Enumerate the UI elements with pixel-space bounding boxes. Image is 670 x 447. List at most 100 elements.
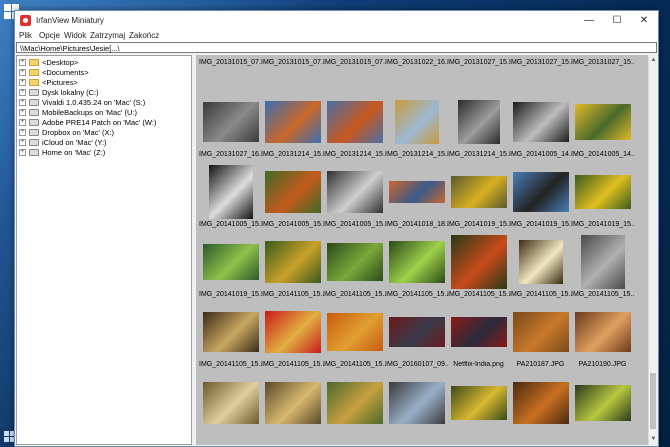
thumbnail-item[interactable]: PA210190.JPG bbox=[571, 297, 634, 369]
tree-item-drive-z[interactable]: + Home on 'Mac' (Z:) bbox=[19, 148, 191, 158]
expand-icon[interactable]: + bbox=[19, 129, 26, 136]
thumbnail-image[interactable] bbox=[574, 385, 631, 421]
thumbnail-image[interactable] bbox=[512, 102, 569, 142]
expand-icon[interactable]: + bbox=[19, 149, 26, 156]
thumbnail-image[interactable] bbox=[394, 100, 439, 144]
expand-icon[interactable]: + bbox=[19, 69, 26, 76]
thumbnail-image[interactable] bbox=[388, 241, 445, 283]
thumbnail-image[interactable] bbox=[202, 312, 259, 352]
thumbnail-caption[interactable]: IMG_20131027_15... bbox=[509, 59, 572, 66]
thumbnail-image[interactable] bbox=[326, 243, 383, 281]
thumbnail-item[interactable] bbox=[509, 368, 572, 440]
expand-icon[interactable]: + bbox=[19, 89, 26, 96]
thumbnail-item[interactable]: IMG_20141105_15... bbox=[571, 227, 634, 299]
thumbnail-image[interactable] bbox=[202, 382, 259, 424]
thumbnail-item[interactable] bbox=[199, 368, 262, 440]
thumbnail-item[interactable]: IMG_20141005_15... bbox=[261, 157, 324, 229]
thumbnail-item[interactable]: IMG_20131214_15... bbox=[447, 87, 510, 159]
thumbnail-image[interactable] bbox=[326, 313, 383, 351]
menu-opcje[interactable]: Opcje bbox=[39, 31, 60, 40]
minimize-button[interactable]: — bbox=[575, 11, 603, 30]
thumbnail-image[interactable] bbox=[264, 171, 321, 213]
tree-item-pictures[interactable]: + <Pictures> bbox=[19, 78, 191, 88]
thumbnail-item[interactable]: IMG_20131027_16... bbox=[199, 87, 262, 159]
thumbnail-item[interactable]: IMG_20141105_15... bbox=[261, 227, 324, 299]
expand-icon[interactable]: + bbox=[19, 99, 26, 106]
thumbnail-item[interactable]: IMG_20141005_15... bbox=[323, 157, 386, 229]
thumbnail-image[interactable] bbox=[450, 386, 507, 420]
thumbnail-item[interactable] bbox=[323, 368, 386, 440]
thumbnail-item[interactable]: PA210187.JPG bbox=[509, 297, 572, 369]
thumbnail-item[interactable] bbox=[261, 368, 324, 440]
thumbnail-image[interactable] bbox=[326, 101, 383, 143]
tree-item-drive-y[interactable]: + iCloud on 'Mac' (Y:) bbox=[19, 138, 191, 148]
thumbnail-item[interactable]: IMG_20141005_15... bbox=[199, 157, 262, 229]
thumbnail-caption[interactable]: IMG_20131027_15... bbox=[571, 59, 634, 66]
thumbnail-image[interactable] bbox=[388, 317, 445, 347]
expand-icon[interactable]: + bbox=[19, 59, 26, 66]
tree-item-drive-s[interactable]: + Vivaldi 1.0.435.24 on 'Mac' (S:) bbox=[19, 98, 191, 108]
menu-plik[interactable]: Plik bbox=[19, 31, 32, 40]
thumbnail-caption[interactable]: IMG_20131015_07... bbox=[199, 59, 262, 66]
thumbnail-item[interactable]: IMG_20141019_15... bbox=[447, 157, 510, 229]
thumbnail-image[interactable] bbox=[326, 382, 383, 424]
thumbnail-image[interactable] bbox=[208, 165, 253, 219]
thumbnail-item[interactable]: IMG_20131214_15... bbox=[323, 87, 386, 159]
close-button[interactable]: ✕ bbox=[630, 11, 658, 30]
tree-item-documents[interactable]: + <Documents> bbox=[19, 68, 191, 78]
thumbnail-caption[interactable]: IMG_20131027_15... bbox=[447, 59, 510, 66]
expand-icon[interactable]: + bbox=[19, 139, 26, 146]
scrollbar-thumb[interactable] bbox=[650, 373, 656, 429]
thumbnail-item[interactable]: IMG_20141105_15... bbox=[199, 297, 262, 369]
thumbnail-item[interactable]: IMG_20141105_15... bbox=[323, 297, 386, 369]
menu-zakoncz[interactable]: Zakończ bbox=[129, 31, 159, 40]
scroll-up-icon[interactable]: ▲ bbox=[650, 56, 657, 64]
thumbnail-item[interactable]: IMG_20141105_15... bbox=[261, 297, 324, 369]
tree-item-desktop[interactable]: + <Desktop> bbox=[19, 58, 191, 68]
thumbnail-image[interactable] bbox=[388, 181, 445, 203]
vertical-scrollbar[interactable]: ▲ ▼ bbox=[648, 55, 657, 445]
expand-icon[interactable]: + bbox=[19, 119, 26, 126]
thumbnail-image[interactable] bbox=[450, 235, 507, 289]
thumbnail-item[interactable]: IMG_20141105_15... bbox=[385, 227, 448, 299]
thumbnail-image[interactable] bbox=[264, 101, 321, 143]
tree-item-drive-w[interactable]: + Adobe PRE14 Patch on 'Mac' (W:) bbox=[19, 118, 191, 128]
thumbnail-image[interactable] bbox=[450, 176, 507, 208]
thumbnail-image[interactable] bbox=[457, 100, 500, 144]
tree-item-drive-c[interactable]: + Dysk lokalny (C:) bbox=[19, 88, 191, 98]
thumbnail-image[interactable] bbox=[264, 382, 321, 424]
thumbnail-item[interactable] bbox=[447, 368, 510, 440]
thumbnail-item[interactable]: IMG_20141019_15... bbox=[571, 157, 634, 229]
thumbnail-item[interactable]: IMG_20141019_15... bbox=[199, 227, 262, 299]
path-field[interactable]: \\Mac\Home\Pictures\Jesie[...\ bbox=[16, 42, 657, 53]
thumbnail-caption[interactable]: IMG_20131015_07... bbox=[261, 59, 324, 66]
thumbnail-item[interactable] bbox=[385, 368, 448, 440]
expand-icon[interactable]: + bbox=[19, 79, 26, 86]
tree-item-drive-x[interactable]: + Dropbox on 'Mac' (X:) bbox=[19, 128, 191, 138]
tree-item-drive-u[interactable]: + MobileBackups on 'Mac' (U:) bbox=[19, 108, 191, 118]
thumbnail-image[interactable] bbox=[512, 312, 569, 352]
thumbnail-item[interactable]: IMG_20131214_15... bbox=[385, 87, 448, 159]
menu-widok[interactable]: Widok bbox=[64, 31, 86, 40]
thumbnail-image[interactable] bbox=[574, 312, 631, 352]
thumbnail-image[interactable] bbox=[574, 175, 631, 209]
thumbnail-item[interactable]: IMG_20141005_14... bbox=[509, 87, 572, 159]
thumbnail-item[interactable]: IMG_20160107_09... bbox=[385, 297, 448, 369]
thumbnail-item[interactable]: IMG_20141019_15... bbox=[509, 157, 572, 229]
thumbnail-item[interactable] bbox=[571, 368, 634, 440]
title-bar[interactable]: IrfanView Miniatury — ☐ ✕ bbox=[15, 11, 658, 30]
thumbnail-image[interactable] bbox=[580, 235, 625, 289]
menu-zatrzymaj[interactable]: Zatrzymaj bbox=[90, 31, 125, 40]
maximize-button[interactable]: ☐ bbox=[603, 11, 631, 30]
expand-icon[interactable]: + bbox=[19, 109, 26, 116]
thumbnail-image[interactable] bbox=[264, 241, 321, 283]
thumbnail-item[interactable]: IMG_20141105_15... bbox=[509, 227, 572, 299]
scroll-down-icon[interactable]: ▼ bbox=[650, 435, 657, 443]
thumbnail-item[interactable]: Netflix-India.png bbox=[447, 297, 510, 369]
thumbnail-item[interactable]: IMG_20141105_15... bbox=[323, 227, 386, 299]
thumbnail-image[interactable] bbox=[512, 382, 569, 424]
thumbnail-image[interactable] bbox=[574, 104, 631, 140]
thumbnail-image[interactable] bbox=[518, 240, 563, 284]
thumbnail-image[interactable] bbox=[202, 244, 259, 280]
thumbnail-image[interactable] bbox=[512, 172, 569, 212]
